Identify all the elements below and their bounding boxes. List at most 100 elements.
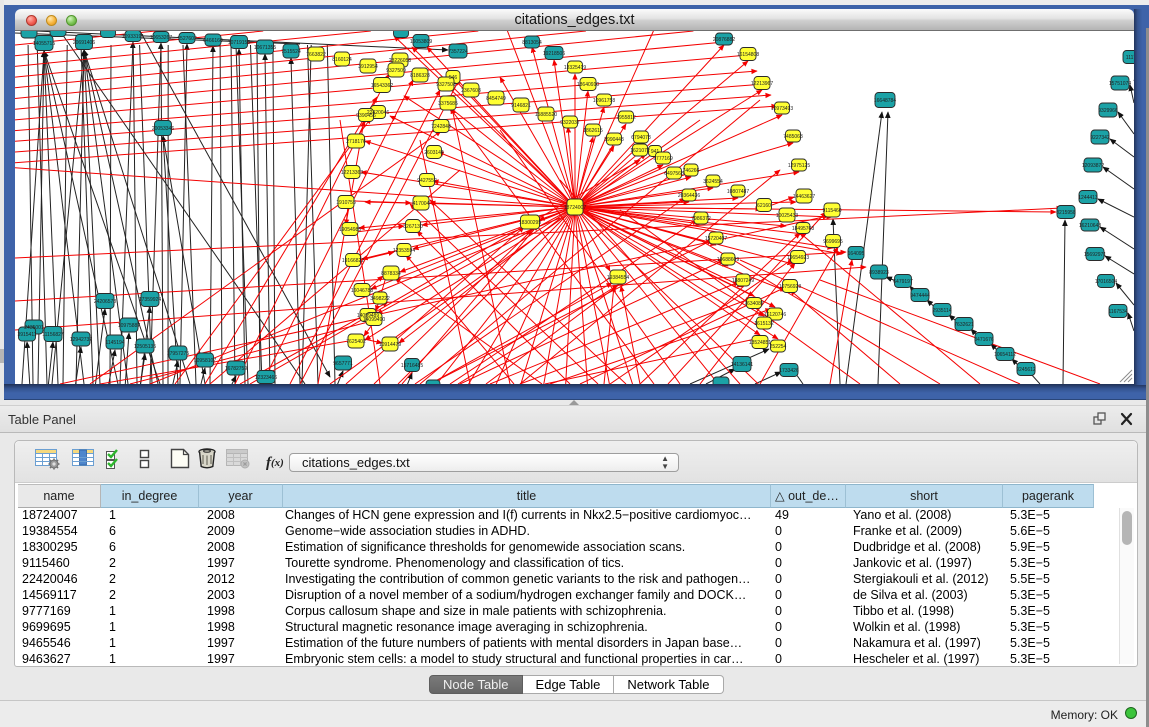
svg-text:20876882: 20876882: [713, 37, 735, 43]
svg-text:12093872: 12093872: [1082, 163, 1104, 169]
svg-text:8454749: 8454749: [486, 96, 506, 102]
svg-text:1615132: 1615132: [754, 321, 774, 327]
svg-text:24206578: 24206578: [94, 299, 116, 305]
svg-text:19654923: 19654923: [787, 255, 809, 261]
svg-text:23226058: 23226058: [389, 58, 411, 64]
svg-text:1733426: 1733426: [779, 368, 799, 374]
svg-text:8813054: 8813054: [522, 40, 542, 46]
svg-text:16648784: 16648784: [874, 98, 896, 104]
svg-text:10025433: 10025433: [776, 213, 798, 219]
svg-text:1167534: 1167534: [1108, 309, 1127, 315]
svg-text:10654112: 10654112: [994, 352, 1016, 358]
svg-text:9227342: 9227342: [1090, 135, 1110, 141]
svg-text:18495768: 18495768: [792, 226, 814, 232]
svg-text:16046788: 16046788: [351, 288, 373, 294]
svg-text:941: 941: [651, 149, 660, 155]
svg-text:9657771: 9657771: [333, 361, 353, 367]
svg-text:10807487: 10807487: [727, 189, 749, 195]
svg-text:252254: 252254: [770, 344, 787, 350]
svg-text:16543362: 16543362: [371, 83, 393, 89]
svg-text:9427552: 9427552: [417, 178, 437, 184]
svg-text:7634087: 7634087: [744, 301, 764, 307]
svg-text:12505135: 12505135: [134, 344, 156, 350]
svg-text:7485063: 7485063: [783, 134, 803, 140]
svg-text:3912954: 3912954: [358, 64, 378, 70]
svg-text:6479197: 6479197: [893, 279, 913, 285]
svg-text:1621072: 1621072: [630, 148, 650, 154]
svg-text:16782759: 16782759: [225, 366, 247, 372]
svg-text:20364436: 20364436: [678, 193, 700, 199]
svg-text:16154808: 16154808: [737, 52, 759, 58]
svg-text:9474444: 9474444: [910, 293, 930, 299]
svg-text:8938923: 8938923: [869, 270, 889, 276]
svg-text:8990448: 8990448: [604, 137, 624, 143]
svg-text:6497568: 6497568: [664, 171, 684, 177]
svg-text:18724007: 18724007: [564, 205, 586, 211]
svg-text:6466160: 6466160: [203, 38, 223, 44]
svg-text:14055715: 14055715: [33, 41, 55, 47]
svg-text:10688609: 10688609: [717, 257, 739, 263]
svg-text:16120746: 16120746: [764, 312, 786, 318]
svg-text:17016504: 17016504: [1095, 279, 1117, 285]
svg-text:1910755: 1910755: [336, 200, 356, 206]
svg-text:15692971: 15692971: [1084, 252, 1106, 258]
svg-text:3267130: 3267130: [403, 224, 423, 230]
svg-text:14099490: 14099490: [363, 317, 385, 323]
svg-text:2435001: 2435001: [24, 325, 44, 331]
svg-text:9327508: 9327508: [436, 82, 456, 88]
svg-text:10973493: 10973493: [771, 106, 793, 112]
svg-text:9777169: 9777169: [653, 156, 673, 162]
svg-text:9146821: 9146821: [511, 103, 531, 109]
svg-text:1117: 1117: [1126, 55, 1134, 61]
svg-text:12213967: 12213967: [751, 81, 773, 87]
svg-text:10653267: 10653267: [150, 35, 172, 41]
svg-text:2718176: 2718176: [346, 139, 366, 145]
svg-text:9699695: 9699695: [823, 239, 843, 245]
svg-text:3375685: 3375685: [438, 101, 458, 107]
svg-text:1244413: 1244413: [1078, 195, 1098, 201]
svg-text:8471676: 8471676: [974, 337, 994, 343]
svg-text:1145194: 1145194: [105, 340, 124, 346]
svg-text:9390456: 9390456: [356, 113, 376, 119]
svg-text:417004: 417004: [413, 201, 430, 207]
svg-text:14136141: 14136141: [731, 362, 753, 368]
svg-text:8215958: 8215958: [1056, 210, 1076, 216]
svg-text:7515524: 7515524: [281, 49, 301, 55]
svg-text:19166822: 19166822: [342, 258, 364, 264]
svg-text:19054985: 19054985: [339, 227, 361, 233]
svg-text:16210643: 16210643: [1079, 223, 1101, 229]
svg-text:3624554: 3624554: [703, 179, 723, 185]
svg-text:15716485: 15716485: [401, 363, 423, 369]
svg-text:8186328: 8186328: [410, 73, 430, 79]
svg-text:2603144: 2603144: [424, 150, 444, 156]
svg-text:18807249: 18807249: [732, 278, 754, 284]
svg-text:14463627: 14463627: [793, 194, 815, 200]
svg-text:2367608: 2367608: [461, 88, 481, 94]
svg-text:10975887: 10975887: [118, 323, 140, 329]
svg-text:17957275: 17957275: [167, 351, 189, 357]
svg-text:164095: 164095: [848, 251, 865, 257]
svg-text:16053809: 16053809: [410, 39, 432, 45]
svg-text:9322037: 9322037: [560, 120, 580, 126]
svg-text:7242848: 7242848: [431, 124, 451, 130]
svg-text:12353594: 12353594: [393, 248, 415, 254]
svg-text:12975125: 12975125: [788, 163, 810, 169]
svg-text:7986372: 7986372: [691, 216, 711, 222]
svg-text:3498222: 3498222: [370, 296, 390, 302]
svg-text:9329966: 9329966: [1098, 108, 1118, 114]
svg-text:9115460: 9115460: [822, 208, 841, 214]
svg-text:17359924: 17359924: [139, 297, 161, 303]
svg-text:6794078: 6794078: [631, 135, 651, 141]
svg-text:7663822: 7663822: [306, 52, 326, 58]
svg-text:3915411: 3915411: [17, 332, 36, 338]
svg-text:10958107: 10958107: [194, 358, 216, 364]
svg-text:(x): (x): [271, 457, 284, 469]
svg-text:13524851: 13524851: [749, 340, 771, 346]
svg-text:8878334: 8878334: [381, 271, 401, 277]
svg-text:8160124: 8160124: [332, 57, 352, 63]
svg-text:20053346: 20053346: [152, 126, 174, 132]
svg-text:7955812: 7955812: [616, 115, 636, 121]
svg-text:18640910: 18640910: [577, 82, 599, 88]
svg-text:9245612: 9245612: [1016, 367, 1036, 373]
svg-text:10961758: 10961758: [593, 98, 615, 104]
